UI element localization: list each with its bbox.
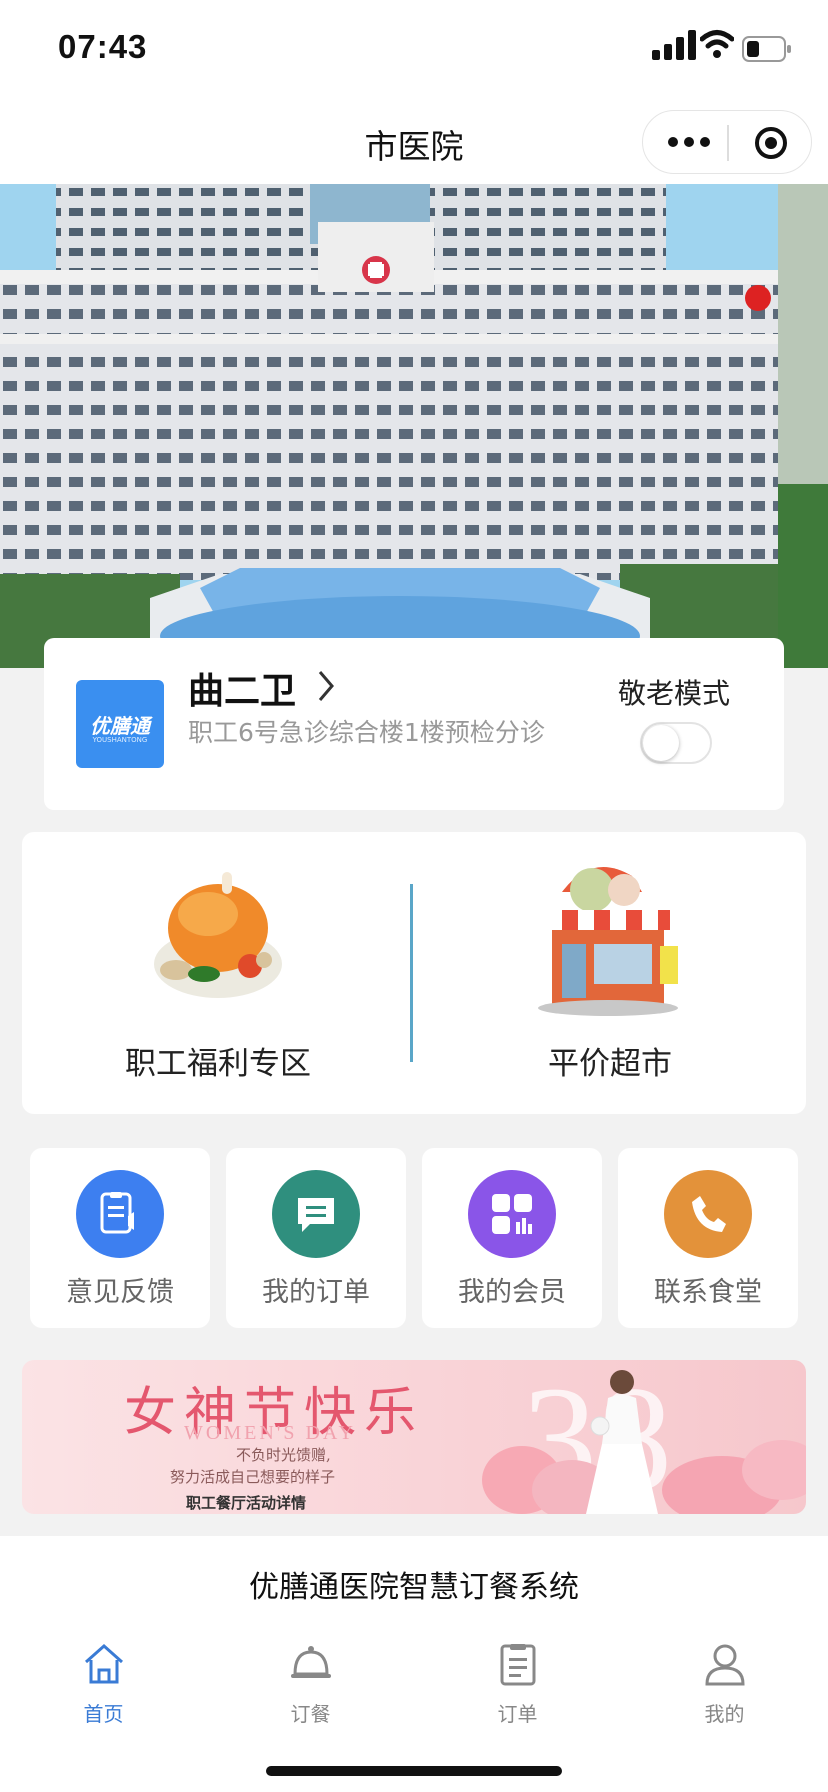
action-label: 联系食堂 (654, 1277, 762, 1308)
zone-label: 职工福利专区 (125, 1046, 311, 1082)
action-label: 我的会员 (458, 1277, 566, 1308)
signal-icon (652, 30, 696, 60)
logo-text: 优膳通 (90, 714, 150, 738)
person-icon (705, 1644, 745, 1686)
action-label: 意见反馈 (66, 1277, 174, 1308)
promo-line-2: 努力活成自己想要的样子 (170, 1468, 336, 1486)
bride-figure (586, 1370, 658, 1514)
action-label: 我的订单 (262, 1277, 370, 1308)
feedback-button[interactable]: 意见反馈 (30, 1148, 210, 1328)
user-name[interactable]: 曲二卫 (188, 662, 296, 714)
zone-staff-welfare[interactable]: 职工福利专区 (22, 832, 414, 1114)
title-bar: 市医院 (0, 96, 828, 184)
zone-label: 平价超市 (548, 1046, 672, 1082)
feedback-icon (100, 1192, 134, 1234)
zone-divider (410, 884, 413, 1062)
tab-label: 订餐 (290, 1702, 331, 1726)
contact-canteen-button[interactable]: 联系食堂 (618, 1148, 798, 1328)
logo-subtext: YOUSHANTONG (92, 736, 148, 744)
user-info-card: 优膳通 YOUSHANTONG 曲二卫 职工6号急诊综合楼1楼预检分诊 敬老模式 (44, 638, 784, 810)
phone-icon (692, 1196, 726, 1232)
tab-orders[interactable]: 订单 (414, 1636, 621, 1736)
status-bar: 07:43 (0, 0, 828, 96)
member-grid-icon (492, 1194, 532, 1234)
battery-icon (742, 36, 791, 62)
flower-decoration (662, 1440, 806, 1514)
tab-label: 我的 (704, 1702, 745, 1726)
more-icon[interactable] (665, 129, 713, 155)
promo-link[interactable]: 职工餐厅活动详情 (186, 1492, 306, 1513)
cloche-icon (291, 1646, 331, 1678)
tab-order-food[interactable]: 订餐 (207, 1636, 414, 1736)
miniprogram-capsule (642, 110, 812, 174)
promo-banner[interactable]: 38 女神节快乐 WOMEN'S DAY 不负时光馈赠, 努力活成自己想要的样子… (22, 1360, 806, 1514)
youshantong-logo: 优膳通 YOUSHANTONG (76, 680, 164, 768)
main-zones-card: 职工福利专区 平价超市 (22, 832, 806, 1114)
elder-mode-toggle[interactable] (640, 722, 712, 764)
toggle-knob (643, 725, 679, 761)
chevron-right-icon[interactable] (314, 668, 338, 704)
clipboard-icon (500, 1644, 536, 1686)
hospital-building-image (0, 184, 828, 668)
tab-label: 首页 (83, 1702, 124, 1726)
my-orders-button[interactable]: 我的订单 (226, 1148, 406, 1328)
system-name: 优膳通医院智慧订餐系统 (249, 1570, 579, 1605)
promo-english: WOMEN'S DAY (184, 1422, 356, 1444)
home-icon (85, 1643, 123, 1684)
home-indicator (266, 1766, 562, 1776)
roast-chicken-icon (154, 872, 282, 998)
my-membership-button[interactable]: 我的会员 (422, 1148, 602, 1328)
elder-mode-label: 敬老模式 (618, 677, 731, 710)
footer: 优膳通医院智慧订餐系统 首页 订餐 订单 我的 (0, 1536, 828, 1792)
store-icon (538, 867, 678, 1016)
member-icon-circle (468, 1170, 556, 1258)
tab-label: 订单 (497, 1702, 538, 1726)
tab-home[interactable]: 首页 (0, 1636, 207, 1736)
wifi-icon (700, 30, 734, 58)
zone-supermarket[interactable]: 平价超市 (414, 832, 806, 1114)
capsule-divider (727, 125, 729, 161)
promo-line-1: 不负时光馈赠, (236, 1446, 331, 1464)
message-icon-circle (272, 1170, 360, 1258)
close-target-icon[interactable] (753, 125, 789, 161)
phone-icon-circle (664, 1170, 752, 1258)
feedback-icon-circle (76, 1170, 164, 1258)
message-icon (298, 1198, 334, 1232)
hospital-banner[interactable] (0, 184, 828, 668)
tab-mine[interactable]: 我的 (621, 1636, 828, 1736)
status-time: 07:43 (58, 28, 148, 65)
user-location: 职工6号急诊综合楼1楼预检分诊 (188, 718, 545, 747)
